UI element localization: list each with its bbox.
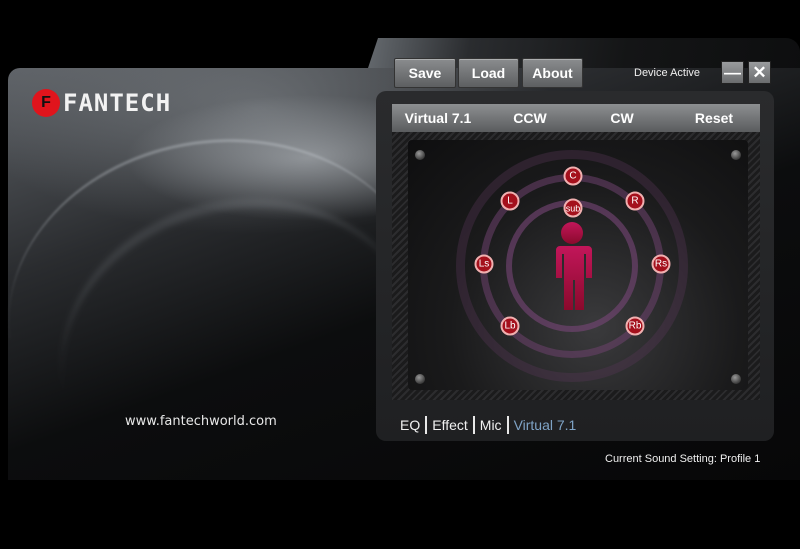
nav-separator xyxy=(472,416,475,434)
tab-ccw[interactable]: CCW xyxy=(484,104,576,132)
fantech-logo-icon: F xyxy=(32,89,60,117)
screw-icon xyxy=(731,374,741,384)
minimize-button[interactable]: — xyxy=(721,61,744,84)
minimize-icon: — xyxy=(724,62,741,82)
speaker-left[interactable]: L xyxy=(500,191,520,211)
screw-icon xyxy=(415,374,425,384)
nav-virtual-7-1[interactable]: Virtual 7.1 xyxy=(514,417,577,433)
screw-icon xyxy=(731,150,741,160)
listener-icon xyxy=(556,222,592,310)
nav-eq[interactable]: EQ xyxy=(400,417,420,433)
speaker-subwoofer[interactable]: sub xyxy=(563,198,583,218)
save-button[interactable]: Save xyxy=(394,58,456,88)
load-button[interactable]: Load xyxy=(458,58,519,88)
brand-logo: F FANTECH xyxy=(32,89,171,117)
nav-effect[interactable]: Effect xyxy=(432,417,468,433)
speaker-left-back[interactable]: Lb xyxy=(500,316,520,336)
close-icon: ✕ xyxy=(752,62,767,82)
speaker-right[interactable]: R xyxy=(625,191,645,211)
device-status: Device Active xyxy=(634,67,701,79)
nav-separator xyxy=(506,416,509,434)
nav-mic[interactable]: Mic xyxy=(480,417,502,433)
virtual-tab-bar: Virtual 7.1 CCW CW Reset xyxy=(392,104,760,132)
speaker-center[interactable]: C xyxy=(563,166,583,186)
screw-icon xyxy=(415,150,425,160)
website-link[interactable]: www.fantechworld.com xyxy=(125,414,277,429)
speaker-right-back[interactable]: Rb xyxy=(625,316,645,336)
nav-separator xyxy=(425,416,428,434)
current-sound-setting: Current Sound Setting: Profile 1 xyxy=(605,453,761,465)
speaker-left-surround[interactable]: Ls xyxy=(474,254,494,274)
bottom-nav: EQ Effect Mic Virtual 7.1 xyxy=(400,416,576,434)
speaker-right-surround[interactable]: Rs xyxy=(651,254,671,274)
tab-reset[interactable]: Reset xyxy=(668,104,760,132)
tab-cw[interactable]: CW xyxy=(576,104,668,132)
tab-virtual-7-1[interactable]: Virtual 7.1 xyxy=(392,104,484,132)
about-button[interactable]: About xyxy=(522,58,583,88)
close-button[interactable]: ✕ xyxy=(748,61,771,84)
brand-name: FANTECH xyxy=(63,89,172,117)
